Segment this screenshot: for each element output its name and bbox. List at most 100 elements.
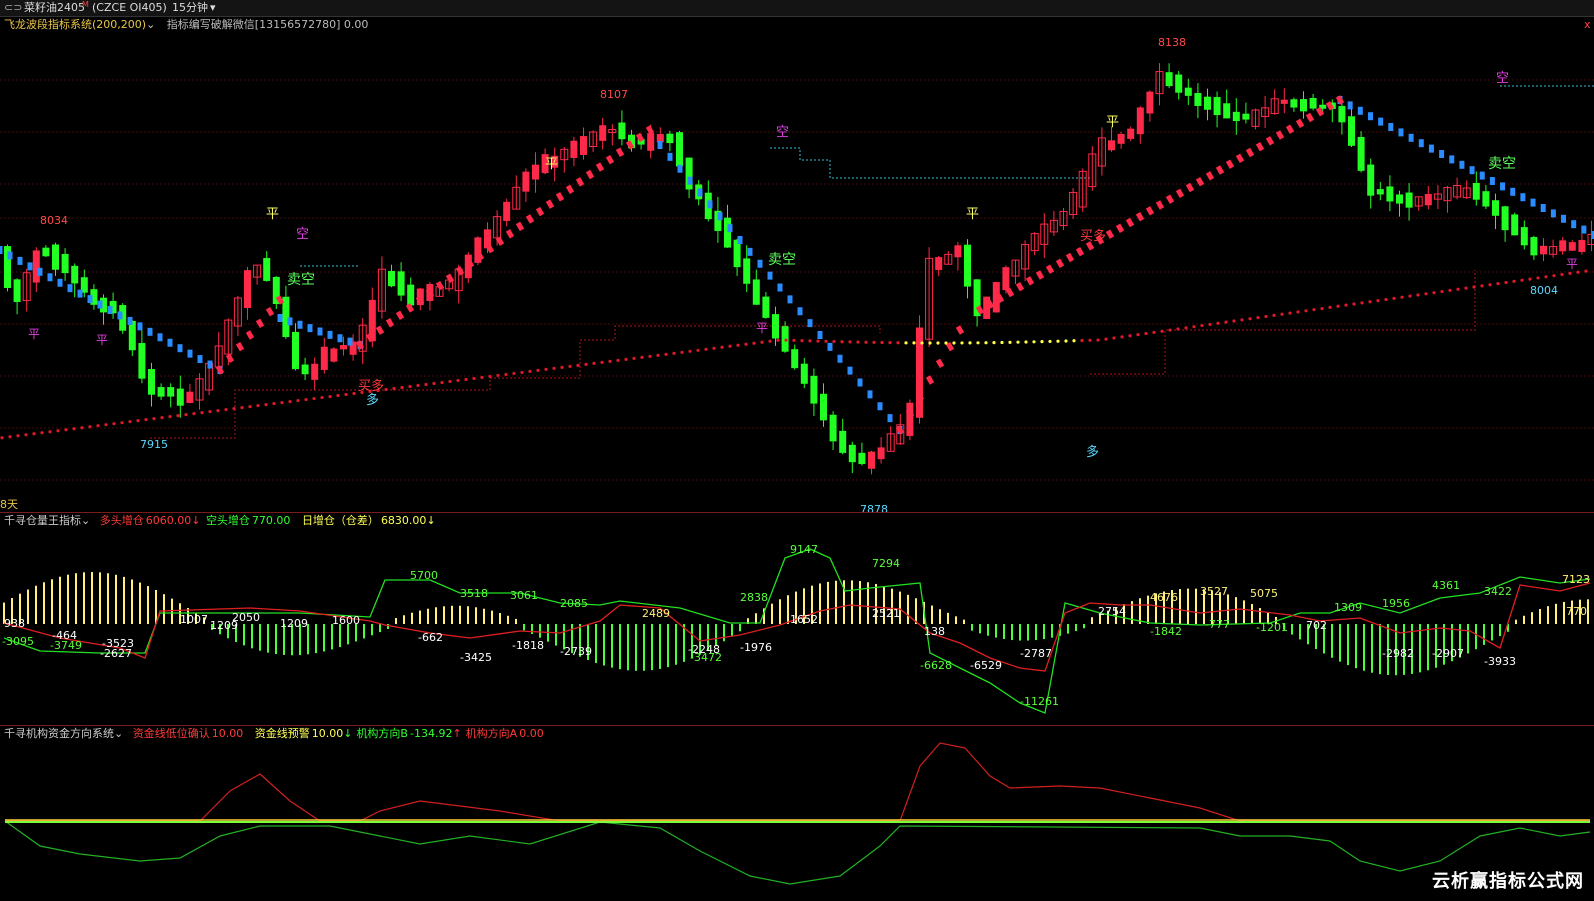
trail-stop-down	[1439, 150, 1445, 158]
dotted-line-point	[760, 340, 764, 344]
signal-ping: 平	[1566, 257, 1578, 271]
trail-stop-down	[1388, 123, 1394, 131]
dotted-line-point	[736, 343, 740, 347]
dotted-line-point	[480, 375, 484, 380]
candle-body	[1223, 103, 1231, 119]
dotted-line-point	[744, 342, 748, 346]
signal-duo: 多	[1086, 444, 1099, 460]
dotted-line-point	[920, 341, 924, 345]
trail-stop-down	[207, 360, 213, 369]
dotted-line-point	[80, 426, 84, 430]
trail-stop-down	[727, 224, 733, 233]
candle-body	[176, 388, 184, 406]
dotted-line-point	[664, 352, 668, 356]
trail-stop-down	[1469, 166, 1475, 175]
trail-stop-up	[1175, 188, 1185, 199]
dotted-line-point	[448, 379, 452, 384]
dotted-line-point	[1208, 322, 1212, 327]
dotted-line-point	[528, 369, 532, 374]
dotted-line-point	[176, 414, 180, 418]
volume-value-label: -2739	[560, 645, 592, 658]
candle-body	[128, 320, 136, 351]
dotted-line-point	[1072, 339, 1076, 343]
volume-value-label: -11261	[1020, 695, 1059, 708]
trail-stop-down	[37, 267, 43, 276]
trail-stop-down	[667, 152, 673, 161]
dotted-line-point	[8, 435, 12, 439]
trail-stop-down	[67, 284, 73, 293]
trail-stop-down	[787, 295, 793, 304]
candle-body	[42, 247, 50, 257]
candle-body	[244, 270, 251, 309]
dotted-line-point	[1280, 312, 1284, 316]
dotted-line-point	[568, 364, 572, 368]
dotted-line-point	[1352, 302, 1356, 306]
trail-stop-up	[1205, 171, 1215, 181]
candle-body	[599, 125, 607, 141]
trail-stop-down	[697, 188, 703, 197]
dotted-line-point	[792, 338, 796, 343]
dotted-line-point	[1504, 280, 1508, 285]
signal-kong: 空	[1496, 71, 1509, 86]
dotted-line-point	[1248, 317, 1252, 321]
position-volume-chart[interactable]: 938-3095 -464-3749 -3523-26271007 12092050 1…	[0, 513, 1594, 725]
dotted-line-point	[856, 340, 860, 344]
candle-body	[1184, 87, 1192, 96]
dotted-line-point	[704, 347, 708, 351]
dotted-line-point	[640, 355, 644, 359]
candle-body	[1213, 97, 1221, 116]
dotted-line-point	[912, 341, 916, 345]
fund-direction-chart[interactable]	[0, 726, 1594, 901]
dotted-line-point	[1432, 291, 1436, 295]
dotted-line-point	[560, 365, 564, 369]
volume-value-label: -662	[418, 631, 443, 644]
dotted-line-point	[272, 401, 276, 406]
candle-body	[1482, 191, 1490, 207]
trail-stop-down	[747, 247, 753, 256]
trail-stop-down	[317, 327, 323, 336]
signal-maiduo: 买多	[358, 378, 384, 394]
dotted-line-point	[216, 409, 220, 413]
candle-body	[1578, 240, 1586, 252]
candle-body	[186, 391, 194, 403]
trail-stop-down	[1428, 144, 1434, 153]
trail-stop-down	[1347, 101, 1353, 110]
candle-body	[1472, 182, 1480, 200]
trail-stop-down	[277, 314, 283, 322]
watermark-text: 云析赢指标公式网	[1432, 871, 1584, 892]
candlestick-chart[interactable]: 8034 7915 8107 7878 8138 8004 平 平 平 空 卖空…	[0, 0, 1594, 512]
trail-stop-up	[605, 154, 615, 165]
dotted-line-point	[824, 339, 828, 343]
dotted-line-point	[1264, 314, 1268, 319]
candle-body	[1280, 99, 1288, 104]
dotted-line-point	[1568, 271, 1572, 276]
dotted-line-point	[1064, 339, 1068, 343]
candle-body	[330, 348, 338, 362]
dotted-line-point	[168, 415, 172, 419]
volume-value-label: 2754	[1098, 605, 1126, 618]
dotted-line-point	[1000, 340, 1004, 345]
dotted-line-point	[1384, 297, 1388, 302]
signal-maikong: 卖空	[287, 272, 315, 288]
trail-stop-up	[1285, 124, 1295, 134]
dotted-line-point	[296, 398, 300, 403]
trail-stop-down	[1489, 177, 1495, 185]
volume-value-label: 2489	[642, 607, 670, 620]
trail-stop-down	[657, 141, 663, 149]
dotted-line-point	[928, 341, 932, 345]
candle-body	[167, 387, 175, 397]
candle-body	[1165, 72, 1173, 87]
trail-stop-up	[455, 266, 465, 276]
candle-body	[954, 245, 962, 258]
signal-duo: 多	[366, 392, 379, 408]
dotted-line-point	[1496, 282, 1500, 286]
dotted-line-point	[1456, 287, 1460, 291]
trail-stop-down	[147, 327, 153, 336]
trail-stop-down	[1449, 155, 1455, 164]
dotted-line-point	[1176, 327, 1180, 331]
trail-stop-down	[1520, 193, 1526, 202]
trail-stop-up	[1155, 200, 1165, 210]
candle-body	[1511, 214, 1519, 236]
volume-value-label: -3933	[1484, 655, 1516, 668]
candle-body	[71, 265, 79, 284]
